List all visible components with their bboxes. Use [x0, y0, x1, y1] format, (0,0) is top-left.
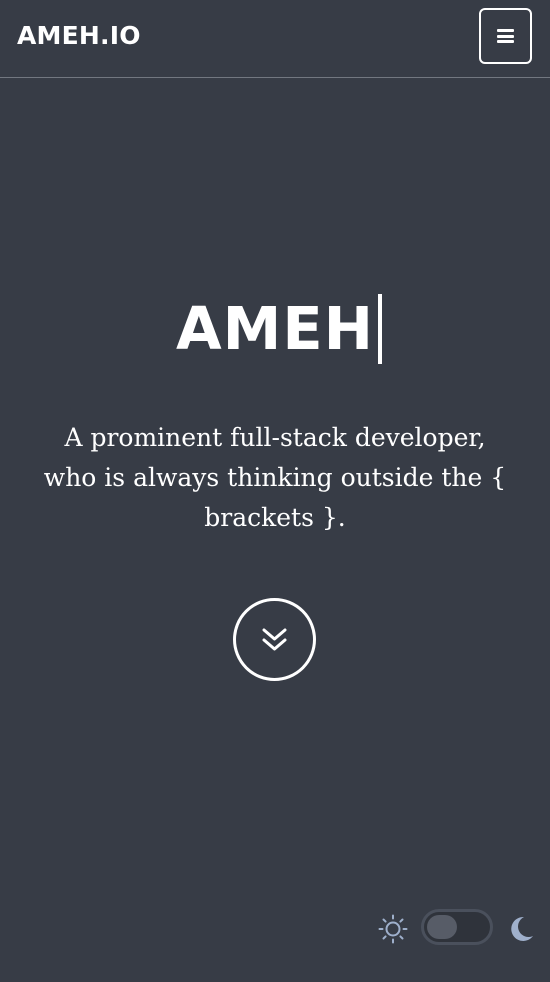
hero-title-text: AMEH [175, 294, 375, 363]
page: AMEH.IO AMEH A prominent full-stack deve… [0, 0, 550, 982]
menu-toggle-button[interactable] [479, 8, 532, 64]
scroll-down-button[interactable] [233, 598, 316, 681]
navbar: AMEH.IO [0, 0, 550, 78]
brand-logo[interactable]: AMEH.IO [17, 18, 141, 54]
hamburger-icon [497, 29, 514, 43]
hero-title: AMEH [0, 290, 550, 368]
sun-icon [378, 914, 408, 944]
theme-switch [378, 906, 538, 950]
theme-toggle[interactable] [421, 909, 493, 945]
typing-cursor [378, 294, 383, 364]
hero-subtitle: A prominent full-stack developer, who is… [43, 423, 507, 532]
double-chevron-down-icon [262, 628, 287, 651]
toggle-knob [427, 915, 457, 939]
moon-icon [511, 916, 533, 941]
